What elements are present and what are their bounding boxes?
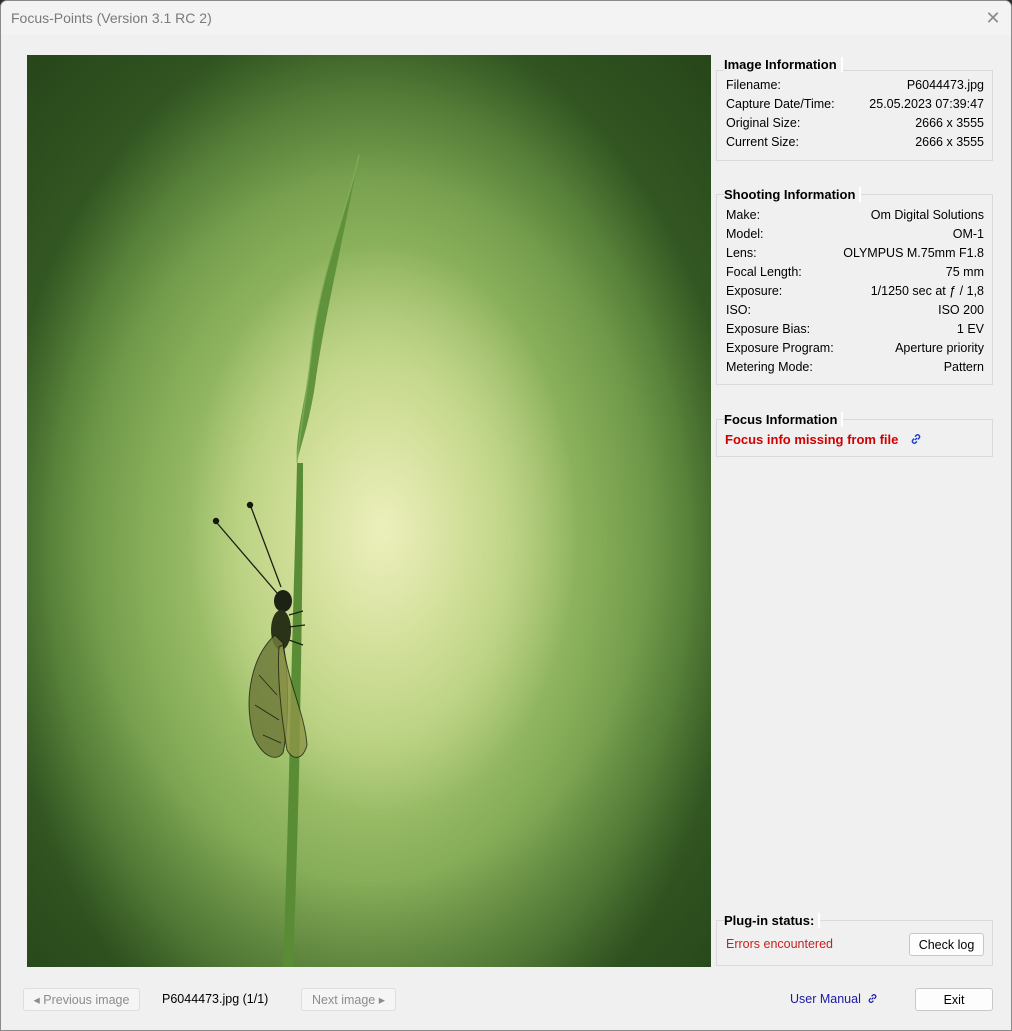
insect-on-grass-photo	[212, 154, 360, 967]
info-row-original-size: Original Size: 2666 x 3555	[726, 116, 984, 135]
row-value: Pattern	[943, 360, 984, 374]
close-icon: ✕	[985, 7, 1001, 28]
shooting-info-title: Shooting Information	[724, 187, 862, 202]
window-title: Focus-Points (Version 3.1 RC 2)	[11, 10, 212, 26]
shooting-row-iso: ISO: ISO 200	[726, 303, 984, 322]
shooting-row-metering-mode: Metering Mode: Pattern	[726, 360, 984, 379]
next-image-button[interactable]: Next image ▸	[301, 988, 396, 1011]
row-label: Exposure Program:	[726, 341, 834, 355]
current-file-indicator: P6044473.jpg (1/1)	[162, 992, 269, 1006]
title-bar: Focus-Points (Version 3.1 RC 2) ✕	[1, 1, 1011, 35]
check-log-button[interactable]: Check log	[909, 933, 984, 956]
exit-button[interactable]: Exit	[915, 988, 993, 1011]
row-value: 1/1250 sec at ƒ / 1,8	[870, 284, 984, 298]
focus-info-title: Focus Information	[724, 412, 844, 427]
info-row-current-size: Current Size: 2666 x 3555	[726, 135, 984, 154]
row-label: Focal Length:	[726, 265, 802, 279]
shooting-row-exposure: Exposure: 1/1250 sec at ƒ / 1,8	[726, 284, 984, 303]
row-value: 75 mm	[945, 265, 984, 279]
focus-points-dialog: Focus-Points (Version 3.1 RC 2) ✕ Image …	[0, 0, 1012, 1031]
row-label: ISO:	[726, 303, 752, 317]
shooting-row-exposure-bias: Exposure Bias: 1 EV	[726, 322, 984, 341]
row-value: Om Digital Solutions	[870, 208, 984, 222]
row-label: Exposure:	[726, 284, 783, 298]
info-row-filename: Filename: P6044473.jpg	[726, 78, 984, 97]
row-value: OM-1	[952, 227, 984, 241]
row-label: Exposure Bias:	[726, 322, 811, 336]
row-label: Current Size:	[726, 135, 799, 149]
user-manual-link[interactable]: User Manual	[790, 992, 878, 1006]
shooting-row-lens: Lens: OLYMPUS M.75mm F1.8	[726, 246, 984, 265]
external-link-icon	[868, 994, 877, 1003]
close-button[interactable]: ✕	[975, 1, 1011, 35]
plugin-status-text: Errors encountered	[726, 937, 834, 951]
image-info-title: Image Information	[724, 57, 843, 72]
previous-image-button[interactable]: ◂ Previous image	[23, 988, 140, 1011]
row-value: 2666 x 3555	[915, 116, 984, 130]
shooting-row-model: Model: OM-1	[726, 227, 984, 246]
image-preview	[27, 55, 711, 967]
row-value: P6044473.jpg	[906, 78, 984, 92]
row-label: Filename:	[726, 78, 781, 92]
row-label: Capture Date/Time:	[726, 97, 835, 111]
row-value: 25.05.2023 07:39:47	[869, 97, 984, 111]
shooting-row-make: Make: Om Digital Solutions	[726, 208, 984, 227]
shooting-row-exposure-program: Exposure Program: Aperture priority	[726, 341, 984, 360]
row-label: Lens:	[726, 246, 757, 260]
shooting-row-focal-length: Focal Length: 75 mm	[726, 265, 984, 284]
row-label: Make:	[726, 208, 761, 222]
row-value: 1 EV	[956, 322, 984, 336]
row-label: Metering Mode:	[726, 360, 813, 374]
focus-missing-message: Focus info missing from file	[725, 432, 899, 447]
link-icon[interactable]	[910, 433, 922, 445]
row-value: OLYMPUS M.75mm F1.8	[843, 246, 984, 260]
plugin-status-title: Plug-in status:	[724, 913, 821, 928]
row-value: 2666 x 3555	[915, 135, 984, 149]
info-row-capture-date: Capture Date/Time: 25.05.2023 07:39:47	[726, 97, 984, 116]
row-value: ISO 200	[938, 303, 984, 317]
row-label: Original Size:	[726, 116, 801, 130]
row-label: Model:	[726, 227, 764, 241]
user-manual-label[interactable]: User Manual	[790, 992, 861, 1006]
row-value: Aperture priority	[895, 341, 984, 355]
